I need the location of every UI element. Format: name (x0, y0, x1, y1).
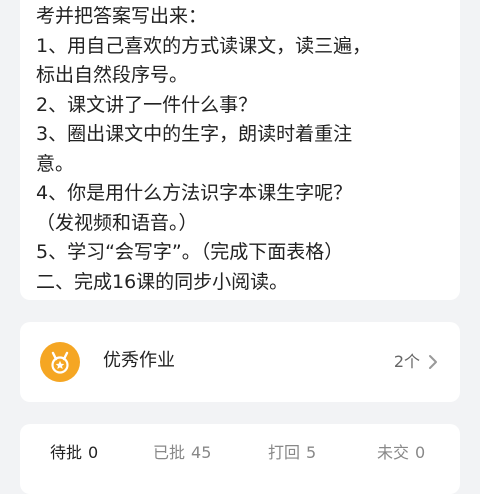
tab-label: 未交 (377, 443, 410, 462)
tab-graded[interactable]: 已批 45 (153, 442, 211, 464)
assignment-instructions-card: 考并把答案写出来： 1、用自己喜欢的方式读课文，读三遍， 标出自然段序号。 2、… (20, 0, 460, 300)
instruction-line: 3、圈出课文中的生字，朗读时着重注 (36, 123, 353, 145)
tab-count: 0 (415, 443, 426, 462)
tab-count: 0 (88, 443, 99, 462)
tab-returned[interactable]: 打回 5 (268, 442, 316, 464)
grading-status-tabs: 待批 0 已批 45 打回 5 未交 0 (20, 424, 460, 494)
tab-pending[interactable]: 待批 0 (50, 442, 98, 464)
tab-label: 打回 (268, 443, 301, 462)
excellent-homework-count: 2个 (393, 352, 420, 371)
excellent-homework-label: 优秀作业 (103, 350, 175, 371)
tab-label: 待批 (50, 443, 83, 462)
chevron-right-icon (429, 355, 437, 369)
tab-not-submitted[interactable]: 未交 0 (377, 442, 425, 464)
instruction-line: 4、你是用什么方法识字本课生字呢？ (36, 182, 353, 204)
instruction-line: 意。 (36, 152, 75, 175)
instruction-line: 二、完成16课的同步小阅读。 (36, 270, 289, 293)
instruction-line: 考并把答案写出来： (36, 5, 208, 27)
instruction-line: （发视频和语音。） (36, 211, 198, 234)
instruction-line: 2、课文讲了一件什么事？ (36, 93, 258, 116)
instruction-line: 1、用自己喜欢的方式读课文，读三遍， (36, 34, 372, 57)
excellent-homework-row[interactable]: 优秀作业 2个 (20, 322, 460, 402)
tab-count: 45 (191, 443, 212, 462)
medal-icon (40, 342, 80, 382)
tab-label: 已批 (153, 443, 186, 462)
instruction-line: 5、学习“会写字”。（完成下面表格） (36, 241, 344, 263)
tab-count: 5 (306, 443, 317, 462)
instruction-line: 标出自然段序号。 (36, 64, 189, 86)
